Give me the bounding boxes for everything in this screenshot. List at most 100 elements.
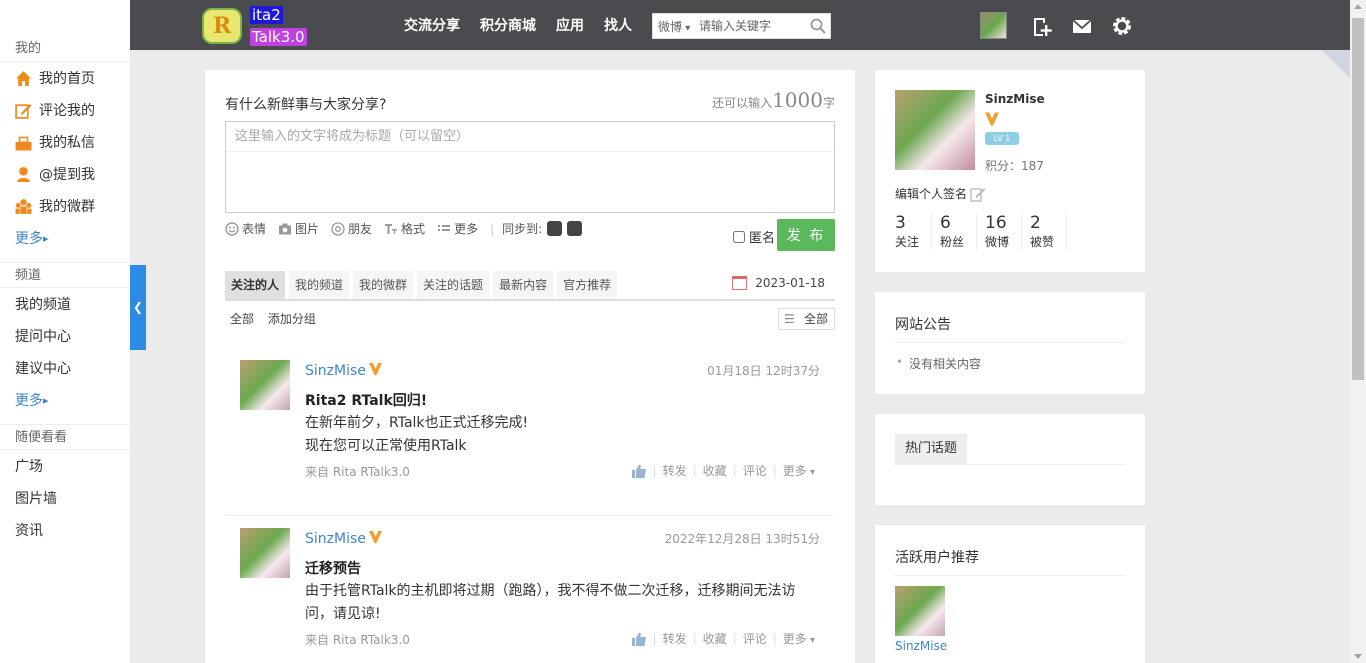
tab-latest[interactable]: 最新内容 [493, 271, 554, 299]
sidebar-item-qa[interactable]: 提问中心 [0, 320, 130, 352]
nav-apps[interactable]: 应用 [556, 15, 584, 35]
logo-text-line1: ita2 [250, 6, 283, 24]
tab-official[interactable]: 官方推荐 [557, 271, 618, 299]
favorite-button[interactable]: 收藏 [703, 462, 727, 479]
anonymous-toggle[interactable]: 匿名 [733, 227, 775, 246]
post-time[interactable]: 01月18日 12时37分 [707, 362, 820, 379]
comment-button[interactable]: 评论 [743, 462, 767, 479]
sync-other-icon[interactable] [567, 221, 583, 236]
sidebar-more-mine[interactable]: 更多 [0, 222, 130, 254]
comment-button[interactable]: 评论 [743, 630, 767, 647]
scroll-up-arrow-icon[interactable] [1354, 4, 1362, 9]
emoji-button[interactable]: 表情 [225, 220, 266, 237]
stat-followers[interactable]: 6 粉丝 [940, 213, 978, 250]
notice-title: 网站公告 [895, 317, 951, 333]
search-type-select[interactable]: 微博 [653, 18, 699, 35]
stat-following[interactable]: 3 关注 [895, 213, 933, 250]
profile-stats: 3 关注 6 粉丝 16 微博 2 被赞 [895, 213, 1075, 250]
image-button[interactable]: 图片 [278, 220, 319, 237]
stat-likes[interactable]: 2 被赞 [1030, 213, 1068, 250]
sidebar-item-messages[interactable]: 我的私信 [0, 126, 130, 158]
gear-icon[interactable] [1111, 15, 1133, 37]
profile-avatar[interactable] [895, 90, 975, 170]
site-logo[interactable]: R ita2 Talk3.0 [202, 4, 312, 48]
post-more-button[interactable]: 更多 [783, 462, 815, 479]
pencil-icon [970, 187, 986, 202]
sidebar-item-label: 我的私信 [39, 135, 95, 151]
like-icon[interactable] [631, 632, 647, 646]
post-avatar[interactable] [240, 360, 290, 410]
tab-my-groups[interactable]: 我的微群 [353, 271, 414, 299]
mail-icon[interactable] [1071, 15, 1093, 37]
repost-button[interactable]: 转发 [663, 630, 687, 647]
char-counter-prefix: 还可以输入 [712, 96, 773, 110]
like-icon[interactable] [631, 464, 647, 478]
active-user-name[interactable]: SinzMise [895, 639, 947, 653]
feed-date[interactable]: 2023-01-18 [732, 276, 825, 290]
divider [895, 575, 1125, 576]
sidebar-collapse-button[interactable]: ❮ [130, 265, 146, 350]
sidebar-item-news[interactable]: 资讯 [0, 514, 130, 546]
sidebar-item-home[interactable]: 我的首页 [0, 62, 130, 94]
left-sidebar: 我的 我的首页 评论我的 我的私信 @提到我 我的微群 更多 频道 我的频道 提… [0, 0, 130, 663]
sidebar-item-label: 我的首页 [39, 71, 95, 87]
sidebar-item-comments[interactable]: 评论我的 [0, 94, 130, 126]
active-users-title: 活跃用户推荐 [895, 550, 979, 566]
anonymous-checkbox[interactable] [733, 230, 745, 243]
search-input[interactable] [699, 19, 804, 33]
nav-find-people[interactable]: 找人 [604, 15, 632, 35]
stat-posts[interactable]: 16 微博 [985, 213, 1023, 250]
post-author-name[interactable]: SinzMise [305, 363, 366, 379]
add-group[interactable]: 添加分组 [268, 312, 316, 326]
nav-store[interactable]: 积分商城 [480, 15, 536, 35]
repost-button[interactable]: 转发 [663, 462, 687, 479]
post-item: SinzMise 2022年12月28日 13时51分 迁移预告 由于托管RTa… [225, 515, 835, 647]
section-channels: 频道 [0, 262, 130, 288]
tab-following[interactable]: 关注的人 [225, 271, 286, 299]
post-avatar[interactable] [240, 528, 290, 578]
post-author-name[interactable]: SinzMise [305, 531, 366, 547]
nav-share[interactable]: 交流分享 [404, 15, 460, 35]
mention-button[interactable]: 朋友 [331, 220, 372, 237]
format-button[interactable]: 格式 [384, 220, 425, 237]
post-time[interactable]: 2022年12月28日 13时51分 [665, 530, 820, 547]
scrollbar[interactable] [1350, 0, 1366, 663]
sidebar-item-groups[interactable]: 我的微群 [0, 190, 130, 222]
tab-followed-topics[interactable]: 关注的话题 [417, 271, 490, 299]
new-post-icon[interactable] [1031, 15, 1053, 37]
edit-signature[interactable]: 编辑个人签名 [895, 185, 986, 202]
home-icon [16, 70, 31, 86]
avatar[interactable] [980, 12, 1007, 39]
scroll-down-arrow-icon[interactable] [1354, 654, 1362, 659]
divider: | [692, 631, 697, 646]
search-icon[interactable] [810, 18, 826, 34]
sidebar-item-my-channels[interactable]: 我的频道 [0, 288, 130, 320]
publisher-box[interactable] [225, 121, 835, 213]
text-format-icon [385, 223, 398, 234]
post-title-input[interactable] [226, 122, 834, 152]
sidebar-item-suggestions[interactable]: 建议中心 [0, 352, 130, 384]
post-author[interactable]: SinzMise [305, 363, 382, 379]
sidebar-item-mentions[interactable]: @提到我 [0, 158, 130, 190]
post-more-button[interactable]: 更多 [783, 630, 815, 647]
tab-my-channels[interactable]: 我的频道 [289, 271, 350, 299]
sidebar-item-square[interactable]: 广场 [0, 450, 130, 482]
scrollbar-thumb[interactable] [1352, 18, 1364, 380]
group-all[interactable]: 全部 [230, 312, 254, 326]
sidebar-more-channels[interactable]: 更多 [0, 384, 130, 416]
hot-topics-title[interactable]: 热门话题 [895, 434, 968, 464]
active-user-avatar[interactable] [895, 586, 945, 636]
char-counter-suffix: 字 [822, 96, 835, 110]
sync-weibo-icon[interactable] [547, 221, 563, 236]
profile-name[interactable]: SinzMise [985, 92, 1045, 106]
publish-button[interactable]: 发 布 [777, 219, 835, 251]
more-tools-button[interactable]: 更多 [437, 220, 478, 237]
section-mine: 我的 [0, 36, 130, 62]
group-filter-dropdown[interactable]: 全部 [778, 308, 835, 330]
post-author[interactable]: SinzMise [305, 531, 382, 547]
sidebar-item-photo-wall[interactable]: 图片墙 [0, 482, 130, 514]
favorite-button[interactable]: 收藏 [703, 630, 727, 647]
post-body-line: 由于托管RTalk的主机即将过期（跑路），我不得不做二次迁移，迁移期间无法访问，… [305, 583, 796, 622]
divider: | [772, 631, 777, 646]
divider: | [772, 463, 777, 478]
